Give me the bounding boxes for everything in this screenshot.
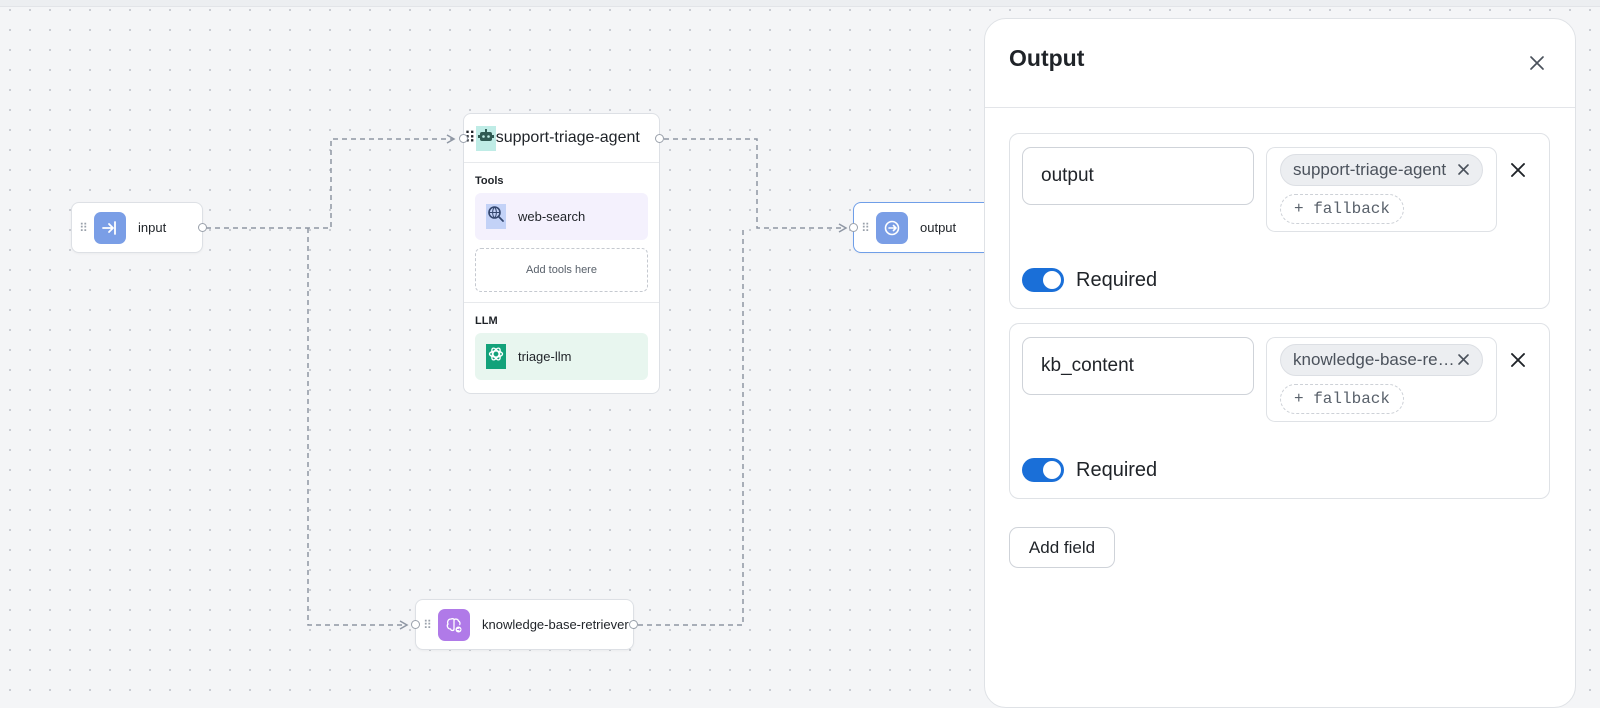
- openai-icon: [486, 344, 506, 369]
- required-toggle[interactable]: [1022, 268, 1064, 292]
- tool-web-search[interactable]: web-search: [475, 193, 648, 240]
- drag-handle-icon[interactable]: ⠿: [420, 619, 434, 631]
- output-panel: Output output support-triage-agent + fal…: [984, 18, 1576, 708]
- panel-title: Output: [1009, 45, 1085, 71]
- input-icon: [94, 211, 126, 244]
- source-chip[interactable]: support-triage-agent: [1280, 154, 1483, 186]
- llm-triage-llm[interactable]: triage-llm: [475, 333, 648, 380]
- input-handle[interactable]: [411, 620, 420, 629]
- required-toggle[interactable]: [1022, 458, 1064, 482]
- drag-handle-icon[interactable]: ⠿: [76, 222, 90, 234]
- remove-source-icon[interactable]: [1457, 353, 1470, 366]
- node-label: input: [138, 220, 167, 235]
- robot-icon: [475, 125, 496, 151]
- field-card-output: output support-triage-agent + fallback R…: [1009, 133, 1550, 309]
- edge-input-agent: [206, 138, 453, 229]
- llm-heading: LLM: [475, 315, 498, 327]
- field-name-input[interactable]: kb_content: [1022, 337, 1254, 395]
- node-input[interactable]: ⠿ input: [71, 202, 207, 253]
- field-card-kb-content: kb_content knowledge-base-retriever + fa…: [1009, 323, 1550, 499]
- close-icon[interactable]: [1529, 55, 1545, 71]
- output-handle[interactable]: [655, 134, 664, 143]
- source-chip[interactable]: knowledge-base-retriever: [1280, 344, 1483, 376]
- required-label: Required: [1076, 459, 1158, 481]
- edge-input-retriever: [307, 228, 405, 626]
- input-handle[interactable]: [459, 134, 468, 143]
- node-agent[interactable]: ⠿ support-triage-agent Tools web-search …: [459, 113, 664, 394]
- node-output[interactable]: ⠿ output: [849, 202, 984, 253]
- panel-divider: [985, 107, 1575, 108]
- input-handle[interactable]: [849, 223, 858, 232]
- add-tools-dropzone[interactable]: Add tools here: [475, 248, 648, 292]
- add-fallback-button[interactable]: + fallback: [1280, 384, 1404, 414]
- field-name-input[interactable]: output: [1022, 147, 1254, 205]
- add-fallback-button[interactable]: + fallback: [1280, 194, 1404, 224]
- agent-header: ⠿ support-triage-agent: [464, 114, 659, 163]
- add-field-button[interactable]: Add field: [1009, 527, 1115, 568]
- output-icon: [876, 211, 908, 244]
- tool-label: web-search: [518, 209, 586, 224]
- edge-agent-output: [664, 138, 845, 229]
- output-handle[interactable]: [198, 223, 207, 232]
- brain-icon: [438, 608, 470, 641]
- source-chip-label: knowledge-base-retriever: [1293, 350, 1455, 369]
- source-chip-label: support-triage-agent: [1293, 160, 1447, 179]
- node-label: knowledge-base-retriever: [482, 617, 629, 632]
- divider: [464, 302, 659, 303]
- node-label: output: [920, 220, 957, 235]
- llm-label: triage-llm: [518, 349, 572, 364]
- source-box[interactable]: knowledge-base-retriever + fallback: [1266, 337, 1497, 422]
- node-retriever[interactable]: ⠿ knowledge-base-retriever: [411, 599, 638, 650]
- required-label: Required: [1076, 269, 1158, 291]
- source-box[interactable]: support-triage-agent + fallback: [1266, 147, 1497, 232]
- remove-field-icon[interactable]: [1510, 162, 1526, 178]
- node-label: support-triage-agent: [495, 129, 640, 146]
- globe-search-icon: [486, 204, 506, 229]
- remove-field-icon[interactable]: [1510, 352, 1526, 368]
- tools-heading: Tools: [475, 175, 504, 187]
- output-handle[interactable]: [629, 620, 638, 629]
- remove-source-icon[interactable]: [1457, 163, 1470, 176]
- drag-handle-icon[interactable]: ⠿: [858, 222, 872, 234]
